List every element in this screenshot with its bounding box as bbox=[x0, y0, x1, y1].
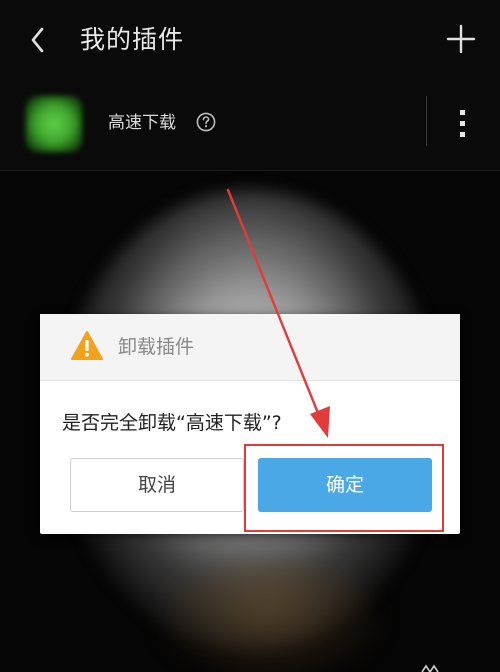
uninstall-dialog: 卸载插件 是否完全卸载“高速下载”? 取消 确定 bbox=[40, 314, 460, 534]
more-vertical-icon bbox=[460, 110, 465, 137]
dialog-title: 卸载插件 bbox=[118, 336, 195, 358]
background-glow-warm bbox=[160, 560, 380, 672]
corner-mark-icon bbox=[421, 664, 439, 672]
screen: 我的插件 高速下载 卸载插件 是否完全卸载“高速下载”? 取消 确定 bbox=[0, 0, 500, 672]
dialog-message: 是否完全卸载“高速下载”? bbox=[62, 412, 282, 434]
add-plugin-button[interactable] bbox=[446, 22, 476, 56]
warning-triangle-icon bbox=[70, 330, 104, 362]
page-title: 我的插件 bbox=[80, 25, 185, 54]
plugin-list-item[interactable]: 高速下载 bbox=[0, 80, 500, 171]
top-bar: 我的插件 bbox=[0, 0, 500, 80]
confirm-button[interactable]: 确定 bbox=[258, 458, 432, 512]
back-button[interactable] bbox=[22, 20, 58, 60]
plugin-app-icon bbox=[26, 96, 82, 152]
row-divider bbox=[426, 96, 427, 146]
question-circle-icon bbox=[196, 112, 216, 132]
chevron-left-icon bbox=[31, 27, 44, 53]
cancel-button[interactable]: 取消 bbox=[70, 458, 244, 512]
plus-icon bbox=[446, 24, 476, 54]
help-button[interactable] bbox=[196, 112, 216, 132]
dialog-header: 卸载插件 bbox=[40, 314, 460, 381]
plugin-name: 高速下载 bbox=[108, 113, 176, 133]
more-options-button[interactable] bbox=[452, 104, 474, 144]
